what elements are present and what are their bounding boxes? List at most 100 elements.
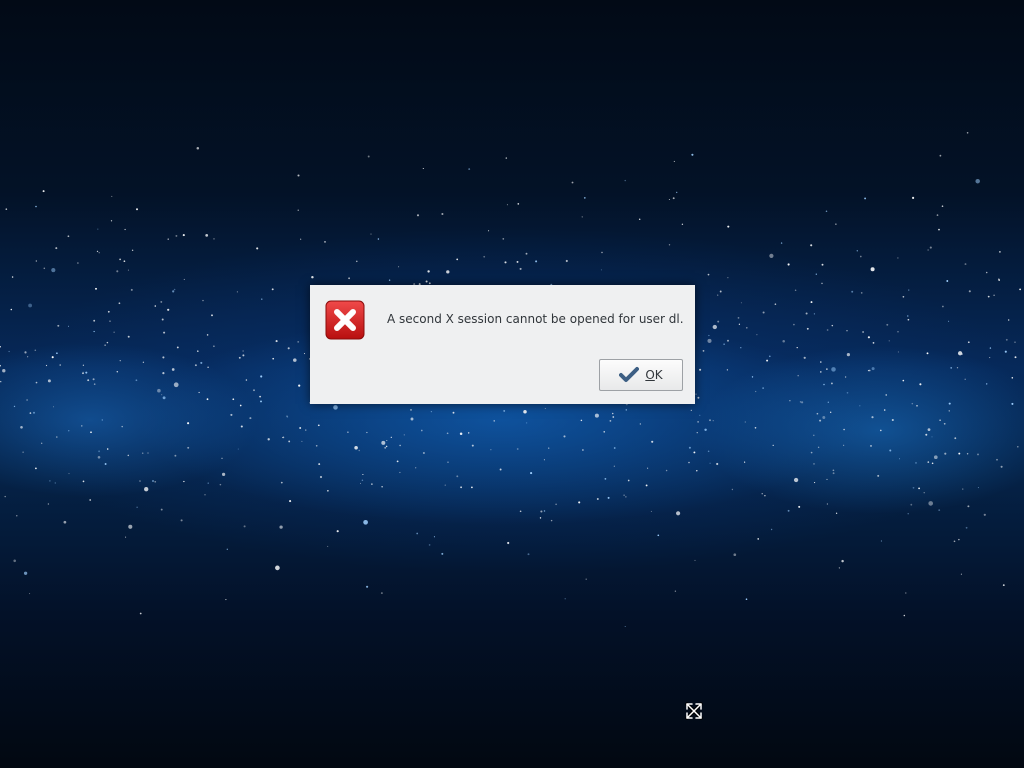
star — [361, 479, 364, 482]
star — [109, 320, 111, 322]
ok-button[interactable]: OK — [599, 359, 683, 391]
star — [938, 509, 941, 511]
star — [604, 477, 607, 480]
star — [696, 469, 698, 472]
star — [260, 375, 263, 378]
star — [82, 364, 85, 366]
star — [82, 480, 85, 483]
star — [1014, 356, 1017, 359]
star — [517, 203, 520, 205]
star — [95, 287, 97, 290]
star — [77, 262, 79, 264]
star — [245, 379, 248, 381]
star — [712, 420, 714, 422]
star — [416, 214, 420, 217]
star — [124, 228, 126, 231]
star — [977, 487, 979, 489]
star — [23, 571, 28, 575]
star — [198, 391, 200, 394]
star — [986, 383, 988, 385]
star — [1004, 350, 1007, 353]
star — [912, 486, 915, 489]
star — [638, 218, 641, 220]
star — [819, 371, 822, 373]
star — [835, 223, 837, 225]
dialog-message: A second X session cannot be opened for … — [387, 312, 684, 326]
star — [139, 480, 141, 482]
star — [624, 626, 626, 627]
star — [907, 318, 910, 321]
star — [668, 244, 671, 246]
star — [690, 409, 692, 412]
star — [846, 329, 848, 332]
star — [888, 340, 890, 342]
star — [300, 238, 302, 240]
star — [625, 496, 627, 498]
star — [206, 334, 209, 336]
star — [871, 367, 875, 371]
star — [358, 449, 360, 452]
star — [769, 253, 774, 259]
star — [28, 303, 33, 308]
star — [563, 435, 566, 438]
star — [835, 512, 838, 514]
star — [0, 380, 2, 383]
star — [275, 565, 280, 571]
star — [968, 290, 971, 293]
star — [540, 510, 543, 513]
star — [336, 530, 339, 533]
star — [161, 394, 163, 396]
star — [167, 238, 169, 240]
star — [948, 410, 950, 412]
star — [230, 413, 233, 416]
star — [796, 346, 798, 349]
star — [47, 503, 50, 505]
star — [35, 260, 37, 262]
star — [548, 447, 550, 449]
star — [106, 341, 109, 344]
star — [167, 308, 170, 311]
star — [627, 479, 630, 482]
star — [883, 409, 886, 411]
star — [527, 553, 530, 556]
star — [93, 319, 96, 322]
star — [813, 463, 815, 465]
star — [127, 454, 130, 457]
star — [585, 578, 587, 580]
star — [422, 167, 424, 170]
star — [237, 448, 239, 450]
checkmark-icon — [619, 367, 640, 382]
star — [851, 290, 854, 293]
star — [967, 505, 970, 508]
star — [253, 389, 255, 392]
star — [846, 353, 851, 357]
star — [279, 525, 283, 529]
star — [846, 391, 849, 394]
star — [238, 356, 241, 359]
star — [26, 399, 28, 401]
star — [34, 349, 37, 351]
star — [897, 330, 899, 333]
star — [106, 448, 109, 450]
star — [111, 195, 113, 197]
star — [897, 351, 899, 353]
star — [915, 461, 917, 464]
star — [119, 258, 121, 261]
star — [452, 411, 455, 414]
star — [699, 414, 701, 416]
star — [226, 548, 228, 550]
star — [905, 592, 907, 594]
star — [54, 482, 57, 484]
star — [104, 344, 106, 346]
star — [49, 480, 51, 482]
star — [460, 486, 463, 489]
star — [410, 409, 412, 411]
star — [954, 437, 957, 440]
star — [723, 343, 725, 345]
star — [213, 345, 215, 348]
star — [10, 308, 13, 311]
star — [381, 486, 383, 488]
star — [676, 511, 681, 516]
star — [35, 381, 38, 384]
star — [550, 519, 553, 522]
